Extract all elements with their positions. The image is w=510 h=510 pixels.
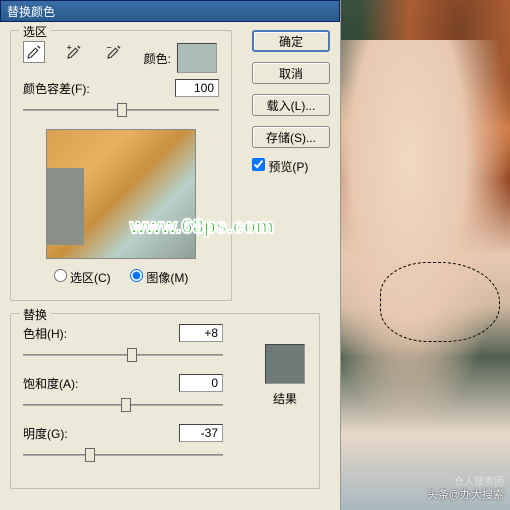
- hue-label: 色相(H):: [23, 325, 67, 342]
- background-face: [341, 40, 510, 440]
- eyedropper-minus-icon[interactable]: −: [103, 41, 125, 63]
- hue-slider[interactable]: [23, 346, 223, 364]
- preview-mode-radios: 选区(C) 图像(M): [23, 269, 219, 286]
- ok-button[interactable]: 确定: [252, 30, 330, 52]
- svg-text:−: −: [107, 43, 112, 53]
- selection-color-swatch[interactable]: [177, 43, 217, 73]
- load-button[interactable]: 载入(L)...: [252, 94, 330, 116]
- preview-thumbnail[interactable]: [46, 129, 196, 259]
- color-label: 颜色:: [144, 50, 171, 67]
- svg-text:+: +: [67, 43, 72, 53]
- saturation-label: 饱和度(A):: [23, 375, 78, 392]
- lightness-label: 明度(G):: [23, 425, 68, 442]
- hue-input[interactable]: [179, 324, 223, 342]
- color-row: 颜色:: [144, 43, 217, 73]
- dialog-title: 替换颜色: [7, 5, 55, 19]
- marquee-selection[interactable]: [380, 262, 500, 342]
- watermark-bottom: 头条@办大搜索: [427, 486, 504, 502]
- replace-legend: 替换: [19, 306, 51, 323]
- lightness-input[interactable]: [179, 424, 223, 442]
- fuzziness-input[interactable]: [175, 79, 219, 97]
- result-label: 结果: [273, 390, 297, 407]
- result-color-swatch[interactable]: [265, 344, 305, 384]
- replace-fieldset: 替换 色相(H): 饱和度(A): 明度(G):: [10, 313, 320, 489]
- eyedropper-plus-icon[interactable]: +: [63, 41, 85, 63]
- fuzziness-label: 颜色容差(F):: [23, 80, 90, 97]
- fuzziness-slider[interactable]: [23, 101, 219, 119]
- radio-image[interactable]: 图像(M): [130, 271, 188, 285]
- lightness-slider[interactable]: [23, 446, 223, 464]
- radio-selection[interactable]: 选区(C): [54, 271, 111, 285]
- saturation-input[interactable]: [179, 374, 223, 392]
- preview-checkbox-row[interactable]: 预览(P): [252, 158, 330, 175]
- dialog-titlebar[interactable]: 替换颜色: [0, 0, 340, 22]
- saturation-slider[interactable]: [23, 396, 223, 414]
- button-column: 确定 取消 载入(L)... 存储(S)... 预览(P): [252, 30, 330, 175]
- fuzziness-row: 颜色容差(F):: [23, 79, 219, 97]
- selection-legend: 选区: [19, 23, 51, 40]
- eyedropper-icon[interactable]: [23, 41, 45, 63]
- watermark-68ps: www.68ps.com: [130, 216, 274, 239]
- replace-color-dialog: 替换颜色 选区 + − 颜色: 颜色容差(F):: [0, 0, 341, 510]
- selection-fieldset: 选区 + − 颜色: 颜色容差(F):: [10, 30, 232, 301]
- save-button[interactable]: 存储(S)...: [252, 126, 330, 148]
- cancel-button[interactable]: 取消: [252, 62, 330, 84]
